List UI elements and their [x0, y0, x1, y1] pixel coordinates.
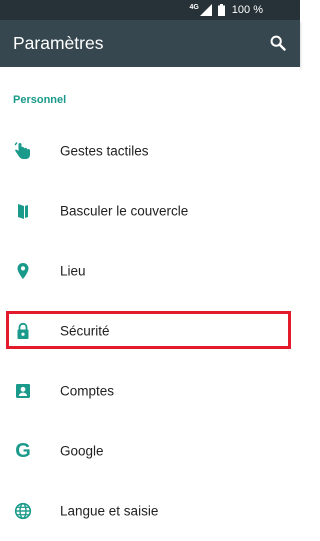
settings-item-flip-cover[interactable]: Basculer le couvercle [0, 181, 300, 241]
settings-item-language-input[interactable]: Langue et saisie [0, 481, 300, 541]
section-header-personnel: Personnel [13, 94, 67, 106]
search-button[interactable] [267, 32, 289, 54]
google-icon: G [15, 440, 31, 462]
globe-icon [13, 501, 33, 521]
settings-item-label: Langue et saisie [60, 503, 159, 519]
status-indicators: 4G 100 % [189, 3, 263, 17]
account-icon [13, 381, 33, 401]
search-icon [270, 35, 286, 51]
settings-item-google[interactable]: G Google [0, 421, 300, 481]
signal-icon [199, 4, 212, 16]
app-bar: Paramètres [0, 20, 300, 67]
network-type: 4G [189, 3, 199, 11]
location-pin-icon [13, 261, 33, 281]
settings-item-label: Google [60, 443, 104, 459]
settings-item-label: Comptes [60, 383, 115, 399]
touch-gesture-icon [13, 141, 33, 161]
battery-icon [217, 4, 225, 16]
settings-item-label: Lieu [60, 263, 86, 279]
highlight-annotation [6, 311, 291, 349]
status-bar: 4G 100 % [0, 0, 300, 20]
flip-cover-icon [13, 201, 33, 221]
settings-item-location[interactable]: Lieu [0, 241, 300, 301]
settings-item-accounts[interactable]: Comptes [0, 361, 300, 421]
page-title: Paramètres [13, 33, 104, 53]
settings-list: Personnel Gestes tactiles Basculer le co… [0, 67, 300, 533]
settings-item-touch-gestures[interactable]: Gestes tactiles [0, 121, 300, 181]
settings-item-label: Gestes tactiles [60, 143, 149, 159]
settings-item-label: Basculer le couvercle [60, 203, 189, 219]
battery-level: 100 % [231, 4, 263, 16]
